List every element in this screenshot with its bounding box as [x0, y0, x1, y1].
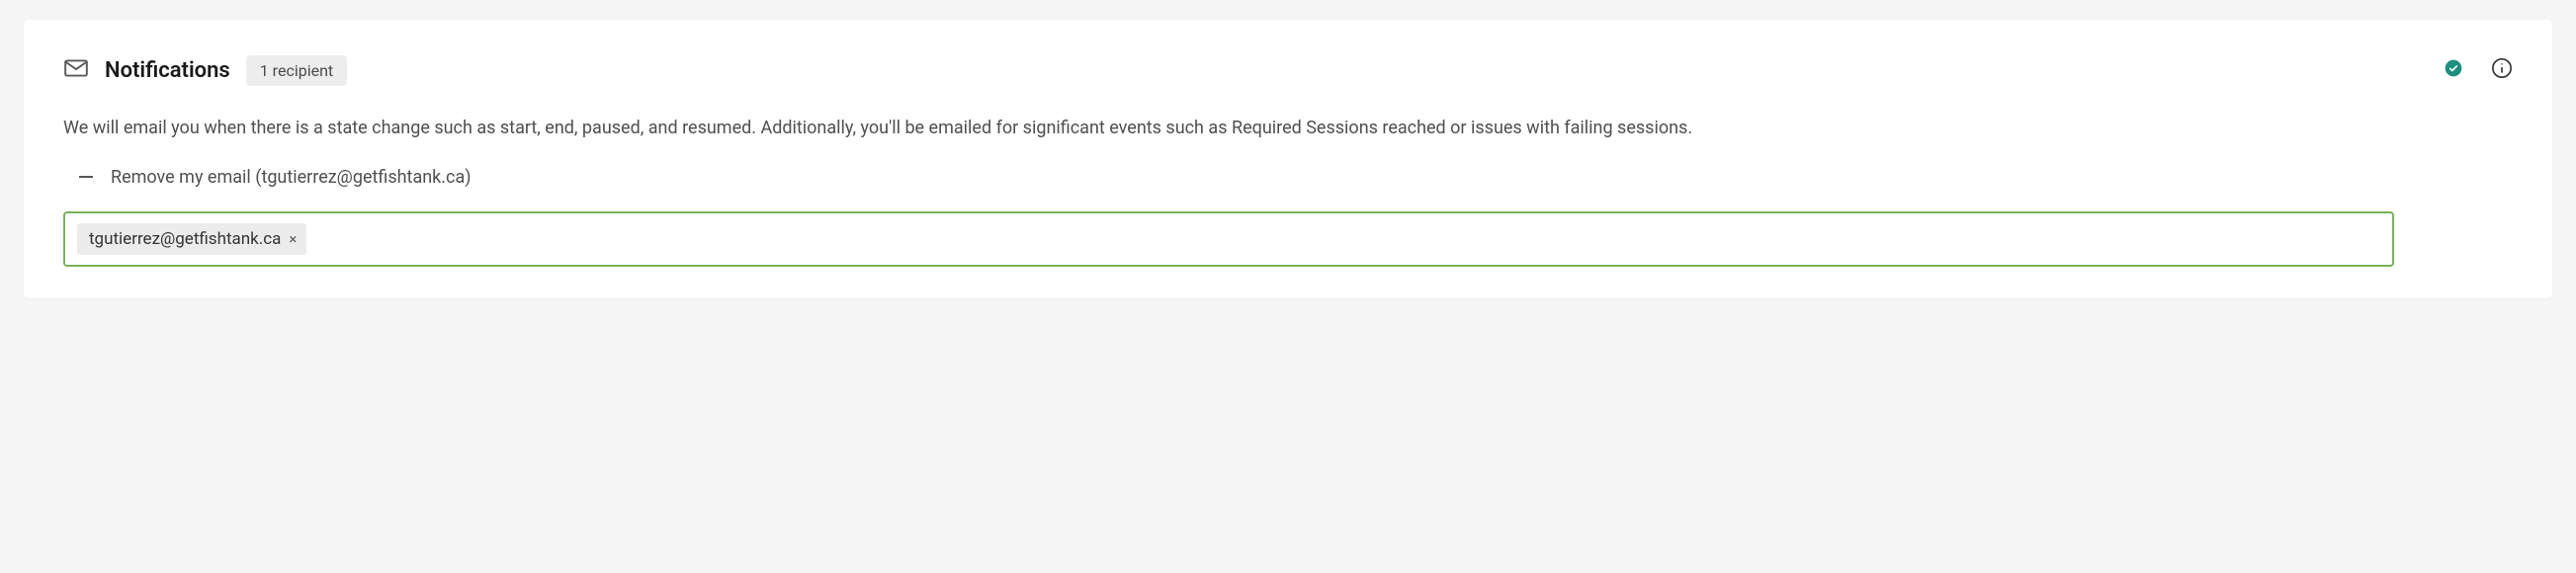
checkmark-circle-icon — [2444, 58, 2463, 83]
header-left: Notifications 1 recipient — [63, 55, 2428, 86]
chip-remove-icon[interactable]: × — [289, 230, 297, 248]
recipient-count-badge: 1 recipient — [246, 55, 347, 86]
email-chip-text: tgutierrez@getfishtank.ca — [89, 229, 281, 249]
description-text: We will email you when there is a state … — [63, 114, 2513, 143]
email-recipients-input[interactable]: tgutierrez@getfishtank.ca × — [63, 211, 2394, 267]
remove-my-email-button[interactable]: Remove my email (tgutierrez@getfishtank.… — [63, 167, 2513, 188]
envelope-icon — [63, 55, 89, 86]
header-row: Notifications 1 recipient — [63, 55, 2513, 86]
header-right — [2444, 57, 2513, 84]
minus-icon — [79, 176, 93, 178]
notifications-card: Notifications 1 recipient We will email … — [24, 20, 2552, 298]
email-chip: tgutierrez@getfishtank.ca × — [77, 223, 306, 255]
section-title: Notifications — [105, 58, 230, 83]
info-circle-icon[interactable] — [2491, 57, 2513, 84]
remove-email-label: Remove my email (tgutierrez@getfishtank.… — [111, 167, 472, 188]
